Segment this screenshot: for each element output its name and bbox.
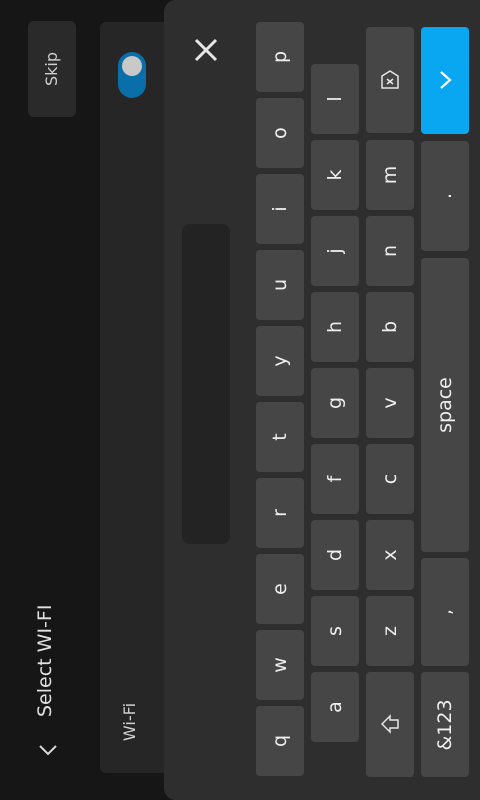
key-w[interactable]: w (256, 630, 304, 700)
key-y[interactable]: y (256, 326, 304, 396)
chevron-right-icon (440, 71, 452, 89)
shift-key[interactable] (366, 672, 414, 777)
key-q[interactable]: q (256, 706, 304, 776)
key-h[interactable]: h (311, 292, 359, 362)
key-d[interactable]: d (311, 520, 359, 590)
key-n[interactable]: n (366, 216, 414, 286)
wifi-toggle[interactable] (118, 52, 146, 98)
key-c[interactable]: c (366, 444, 414, 514)
key-e[interactable]: e (256, 554, 304, 624)
space-key[interactable]: space (421, 258, 469, 552)
key-b[interactable]: b (366, 292, 414, 362)
key-s[interactable]: s (311, 596, 359, 666)
key-a[interactable]: a (311, 672, 359, 742)
key-u[interactable]: u (256, 250, 304, 320)
back-button[interactable] (36, 738, 60, 762)
key-g[interactable]: g (311, 368, 359, 438)
backspace-icon (381, 70, 399, 89)
close-keyboard-button[interactable] (192, 36, 220, 64)
key-v[interactable]: v (366, 368, 414, 438)
chevron-down-icon (39, 745, 57, 756)
key-f[interactable]: f (311, 444, 359, 514)
key-i[interactable]: i (256, 174, 304, 244)
backspace-key[interactable] (366, 27, 414, 133)
key-z[interactable]: z (366, 596, 414, 666)
skip-label: Skip (42, 51, 61, 87)
wifi-label: Wi-Fi (120, 702, 139, 742)
key-k[interactable]: k (311, 140, 359, 210)
comma-key[interactable]: , (421, 558, 469, 666)
toggle-knob (122, 56, 142, 76)
shift-icon (380, 714, 399, 734)
key-m[interactable]: m (366, 140, 414, 210)
period-key[interactable]: . (421, 141, 469, 251)
page-title: Select WI-FI (34, 604, 56, 717)
enter-key[interactable] (421, 27, 469, 134)
skip-button[interactable]: Skip (28, 21, 76, 117)
text-input[interactable] (182, 224, 230, 544)
symbols-key[interactable]: &123 (421, 672, 469, 777)
key-x[interactable]: x (366, 520, 414, 590)
key-t[interactable]: t (256, 402, 304, 472)
key-r[interactable]: r (256, 478, 304, 548)
key-p[interactable]: p (256, 22, 304, 92)
key-j[interactable]: j (311, 216, 359, 286)
key-l[interactable]: l (311, 64, 359, 134)
close-icon (194, 38, 218, 62)
key-o[interactable]: o (256, 98, 304, 168)
